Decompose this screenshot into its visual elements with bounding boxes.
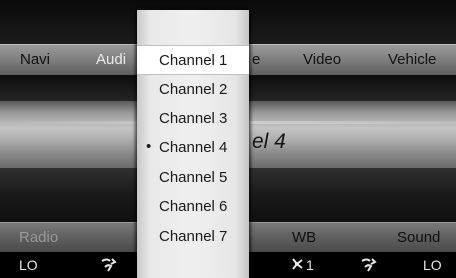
airflow-icon (99, 255, 119, 273)
channel-label: Channel 4 (159, 139, 228, 156)
wb-softkey[interactable]: WB (292, 229, 316, 246)
menu-item-video[interactable]: Video (303, 51, 341, 68)
airflow-icon (359, 255, 379, 273)
sound-softkey[interactable]: Sound (397, 229, 440, 246)
fan-icon (290, 255, 304, 273)
channel-label: Channel 5 (159, 169, 228, 186)
fan-level: 1 (306, 257, 314, 273)
left-temperature: LO (19, 257, 38, 273)
channel-label: Channel 7 (159, 228, 228, 245)
channel-label: Channel 1 (159, 52, 228, 69)
channel-option-6[interactable]: Channel 6 (137, 192, 249, 222)
menu-item-vehicle[interactable]: Vehicle (388, 51, 436, 68)
now-playing-station: el 4 (252, 130, 286, 153)
channel-option-5[interactable]: Channel 5 (137, 163, 249, 193)
channel-label: Channel 6 (159, 198, 228, 215)
channel-option-2[interactable]: Channel 2 (137, 75, 249, 105)
menu-item-navi[interactable]: Navi (20, 51, 50, 68)
menu-item-partial[interactable]: e (252, 51, 260, 68)
menu-item-audio[interactable]: Audi (96, 51, 126, 68)
right-temperature: LO (423, 257, 442, 273)
channel-label: Channel 3 (159, 110, 228, 127)
channel-dropdown: Channel 1 Channel 2 Channel 3 • Channel … (137, 10, 249, 278)
channel-option-7[interactable]: Channel 7 (137, 222, 249, 252)
channel-label: Channel 2 (159, 81, 228, 98)
channel-option-1[interactable]: Channel 1 (137, 45, 249, 75)
head-unit-screen: Navi Audi e Video Vehicle el 4 Radio WB … (0, 0, 456, 278)
current-channel-marker: • (146, 138, 152, 155)
channel-option-3[interactable]: Channel 3 (137, 104, 249, 134)
channel-option-4[interactable]: • Channel 4 (137, 133, 249, 163)
radio-softkey[interactable]: Radio (19, 229, 58, 246)
